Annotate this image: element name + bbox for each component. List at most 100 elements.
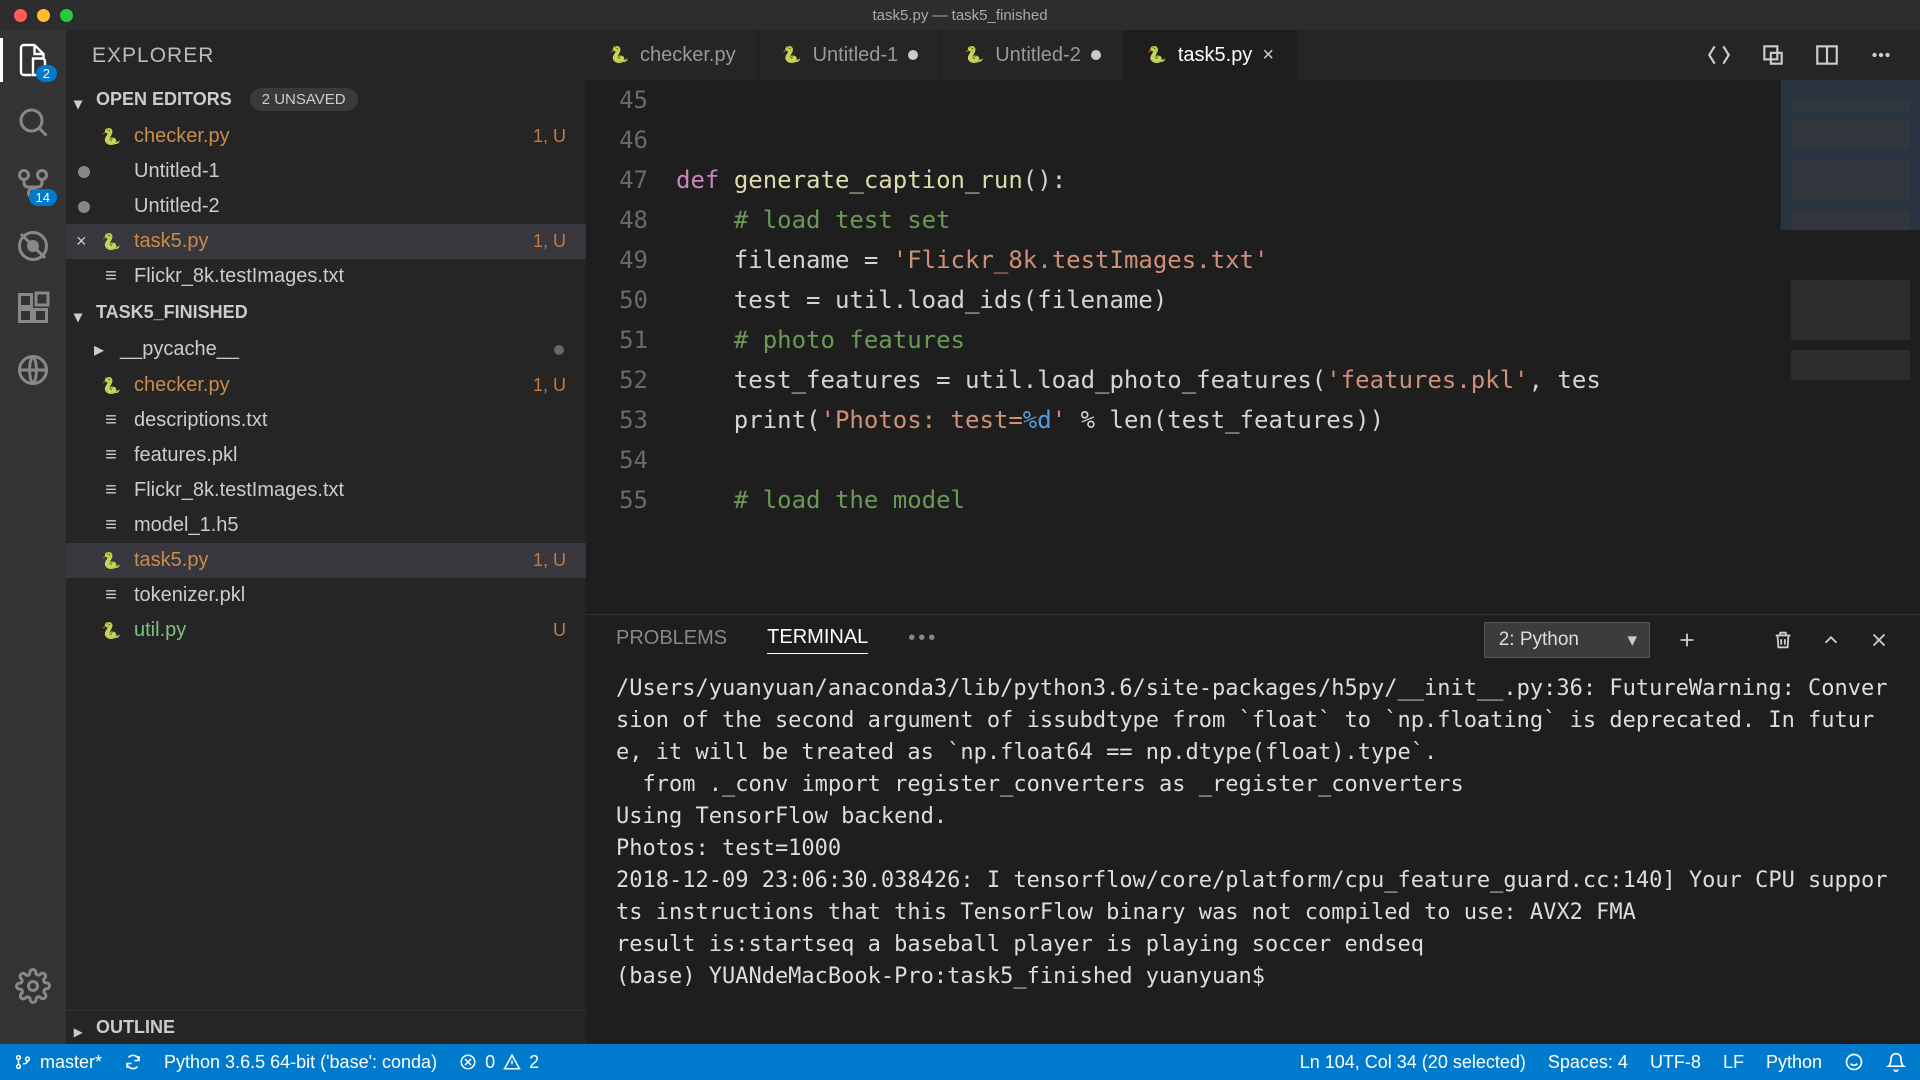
open-editor-item[interactable]: × task5.py 1, U	[66, 224, 586, 259]
file-name: tokenizer.pkl	[134, 584, 245, 607]
problems-status[interactable]: 0 2	[459, 1052, 539, 1073]
python-file-icon	[100, 231, 122, 253]
file-item[interactable]: tokenizer.pkl	[66, 578, 586, 613]
more-actions-icon[interactable]	[1868, 42, 1894, 68]
debug-icon[interactable]	[15, 228, 51, 264]
python-file-icon	[100, 550, 122, 572]
dirty-dot-icon	[78, 201, 90, 213]
close-icon[interactable]: ×	[1262, 44, 1274, 67]
open-editor-item[interactable]: Flickr_8k.testImages.txt	[66, 259, 586, 294]
file-item[interactable]: Flickr_8k.testImages.txt	[66, 473, 586, 508]
explorer-badge: 2	[36, 65, 57, 82]
git-status: U	[553, 620, 576, 641]
sidebar-title: EXPLORER	[66, 30, 586, 82]
editor-tab[interactable]: Untitled-2	[941, 30, 1124, 80]
minimize-window-icon[interactable]	[37, 9, 50, 22]
folder-header[interactable]: TASK5_FINISHED	[66, 296, 586, 329]
indentation[interactable]: Spaces: 4	[1548, 1052, 1628, 1073]
problems-tab[interactable]: PROBLEMS	[616, 627, 727, 654]
window-controls	[0, 9, 73, 22]
text-file-icon	[100, 266, 122, 288]
file-item[interactable]: descriptions.txt	[66, 403, 586, 438]
python-file-icon	[781, 44, 803, 66]
split-terminal-icon[interactable]	[1724, 629, 1746, 651]
eol[interactable]: LF	[1723, 1052, 1744, 1073]
tab-label: task5.py	[1178, 44, 1252, 67]
file-item[interactable]: task5.py 1, U	[66, 543, 586, 578]
git-status: 1, U	[533, 231, 576, 252]
dirty-dot-icon	[1091, 50, 1101, 60]
remote-icon[interactable]	[15, 352, 51, 388]
zoom-window-icon[interactable]	[60, 9, 73, 22]
trash-icon[interactable]	[1772, 629, 1794, 651]
close-window-icon[interactable]	[14, 9, 27, 22]
split-editor-icon[interactable]	[1814, 42, 1840, 68]
explorer-icon[interactable]: 2	[15, 42, 51, 78]
close-icon[interactable]: ×	[76, 231, 87, 252]
text-file-icon	[100, 445, 122, 467]
file-name: util.py	[134, 619, 186, 642]
sync-icon[interactable]	[124, 1053, 142, 1071]
dirty-dot-icon	[908, 50, 918, 60]
git-branch[interactable]: master*	[14, 1052, 102, 1073]
unsaved-badge: 2 UNSAVED	[250, 88, 358, 111]
text-file-icon	[100, 585, 122, 607]
folder-icon	[94, 337, 108, 362]
file-name: task5.py	[134, 549, 208, 572]
bottom-panel: PROBLEMS TERMINAL ••• 2: Python /Users/y…	[586, 614, 1920, 1044]
python-file-icon	[608, 44, 630, 66]
text-file-icon	[100, 515, 122, 537]
terminal-tab[interactable]: TERMINAL	[767, 626, 868, 654]
settings-gear-icon[interactable]	[15, 968, 51, 1004]
sidebar: EXPLORER OPEN EDITORS 2 UNSAVED checker.…	[66, 30, 586, 1044]
compare-changes-icon[interactable]	[1706, 42, 1732, 68]
status-bar: master* Python 3.6.5 64-bit ('base': con…	[0, 1044, 1920, 1080]
open-editor-item[interactable]: Untitled-2	[66, 189, 586, 224]
tab-label: Untitled-1	[813, 44, 899, 67]
file-name: descriptions.txt	[134, 409, 267, 432]
file-name: checker.py	[134, 374, 230, 397]
git-status: 1, U	[533, 375, 576, 396]
extensions-icon[interactable]	[15, 290, 51, 326]
file-name: Flickr_8k.testImages.txt	[134, 265, 344, 288]
search-icon[interactable]	[15, 104, 51, 140]
chevron-right-icon	[74, 1021, 88, 1035]
git-status: 1, U	[533, 550, 576, 571]
python-interpreter[interactable]: Python 3.6.5 64-bit ('base': conda)	[164, 1052, 437, 1073]
terminal-select[interactable]: 2: Python	[1484, 622, 1650, 658]
outline-header[interactable]: OUTLINE	[66, 1010, 586, 1044]
file-item[interactable]: checker.py 1, U	[66, 368, 586, 403]
source-control-icon[interactable]: 14	[15, 166, 51, 202]
new-terminal-icon[interactable]	[1676, 629, 1698, 651]
minimap[interactable]	[1780, 80, 1920, 614]
close-panel-icon[interactable]	[1868, 629, 1890, 651]
more-tabs-icon[interactable]: •••	[908, 627, 938, 654]
notifications-icon[interactable]	[1886, 1052, 1906, 1072]
open-changes-icon[interactable]	[1760, 42, 1786, 68]
open-editors-list: checker.py1, UUntitled-1Untitled-2 × task5…	[66, 117, 586, 296]
maximize-panel-icon[interactable]	[1820, 629, 1842, 651]
editor-tab[interactable]: task5.py ×	[1124, 30, 1297, 80]
encoding[interactable]: UTF-8	[1650, 1052, 1701, 1073]
language-mode[interactable]: Python	[1766, 1052, 1822, 1073]
cursor-position[interactable]: Ln 104, Col 34 (20 selected)	[1300, 1052, 1526, 1073]
file-item[interactable]: model_1.h5	[66, 508, 586, 543]
file-item[interactable]: features.pkl	[66, 438, 586, 473]
chevron-down-icon	[74, 93, 88, 107]
activity-bar: 2 14	[0, 30, 66, 1044]
file-name: Flickr_8k.testImages.txt	[134, 479, 344, 502]
file-item[interactable]: util.py U	[66, 613, 586, 648]
editor-tab[interactable]: Untitled-1	[759, 30, 942, 80]
code-editor[interactable]: def generate_caption_run(): # load test …	[676, 80, 1780, 614]
file-name: task5.py	[134, 230, 208, 253]
open-editor-item[interactable]: Untitled-1	[66, 154, 586, 189]
editor-tab[interactable]: checker.py	[586, 30, 759, 80]
folder-item[interactable]: __pycache__	[66, 331, 586, 368]
python-file-icon	[1146, 44, 1168, 66]
open-editors-header[interactable]: OPEN EDITORS 2 UNSAVED	[66, 82, 586, 117]
open-editor-item[interactable]: checker.py1, U	[66, 119, 586, 154]
chevron-down-icon	[74, 306, 88, 320]
editor-group: checker.pyUntitled-1Untitled-2task5.py× …	[586, 30, 1920, 1044]
feedback-icon[interactable]	[1844, 1052, 1864, 1072]
terminal-output[interactable]: /Users/yuanyuan/anaconda3/lib/python3.6/…	[586, 665, 1920, 1044]
